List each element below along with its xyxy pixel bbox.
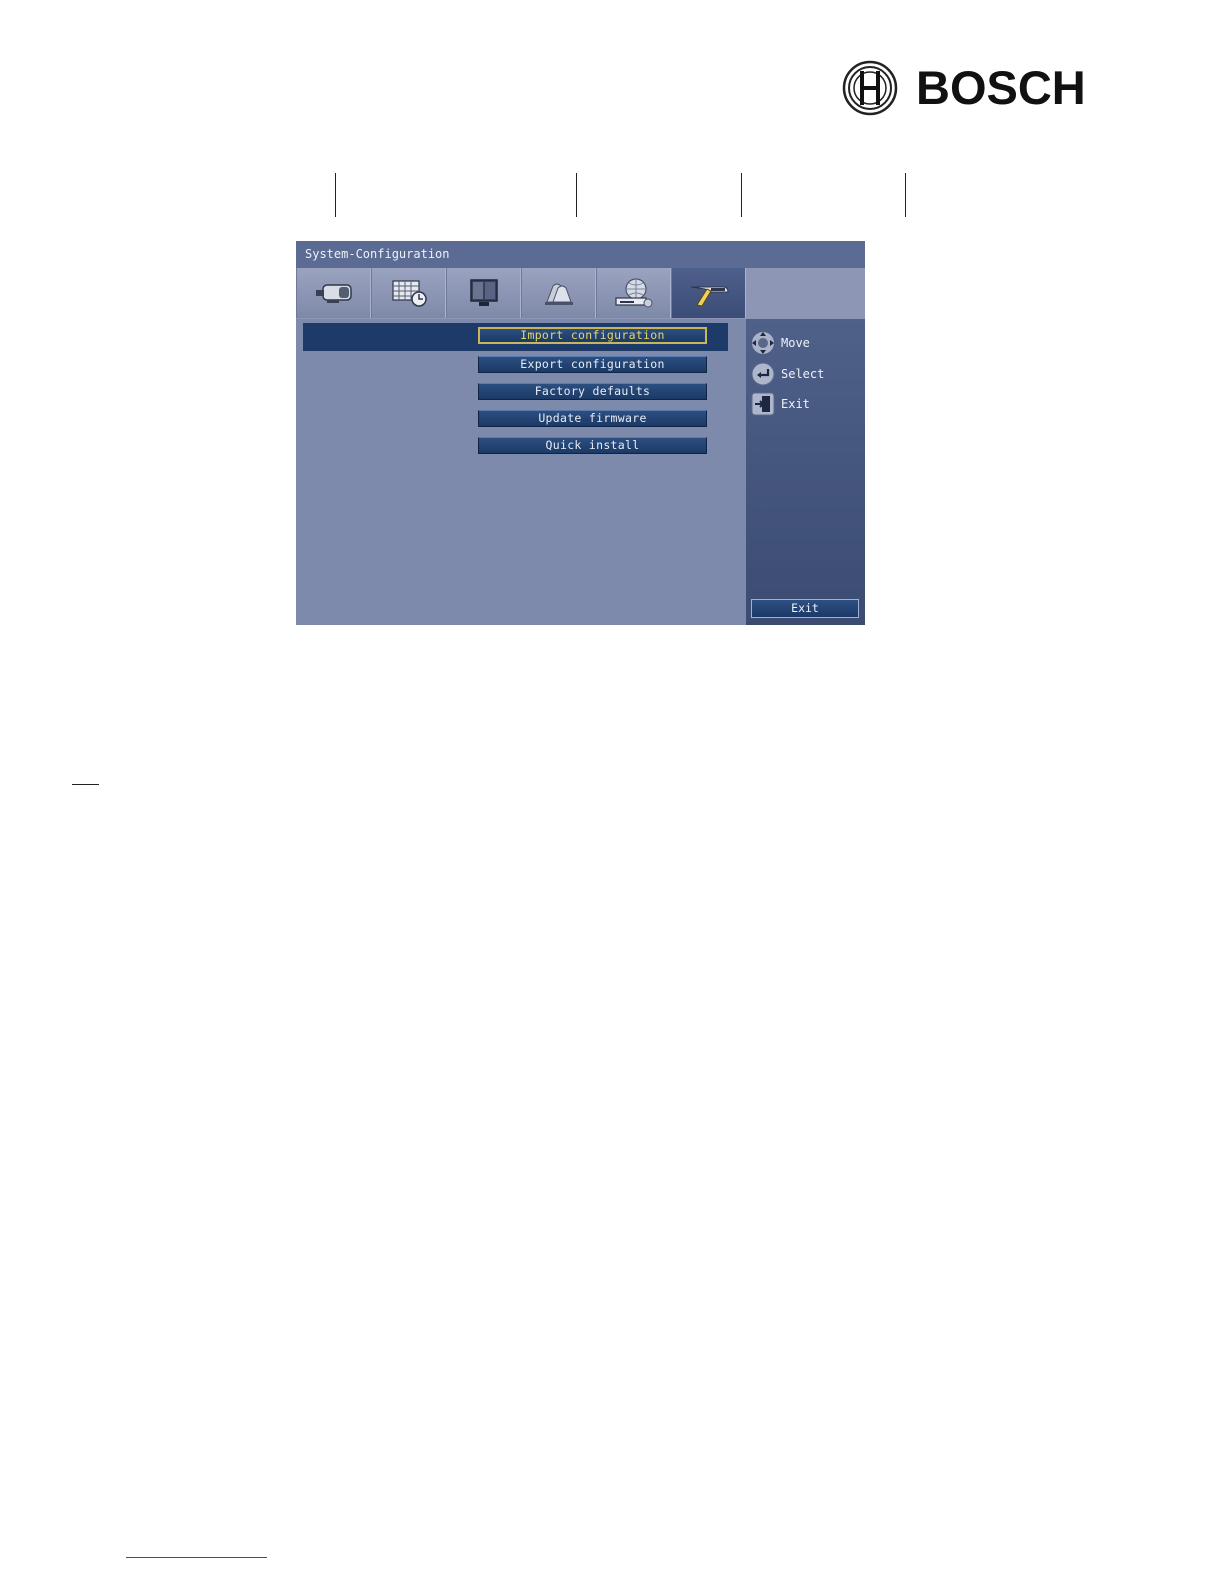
footnote-rule: [72, 784, 99, 785]
bosch-logo: BOSCH: [842, 58, 1086, 118]
quick-install-button[interactable]: Quick install: [478, 437, 707, 454]
header-divider: [576, 173, 577, 217]
tools-icon: [690, 286, 729, 307]
header-divider: [905, 173, 906, 217]
import-configuration-button[interactable]: Import configuration: [478, 327, 707, 344]
bosch-armature-icon: [842, 60, 898, 116]
exit-door-icon: [751, 392, 775, 416]
hint-exit-label: Exit: [781, 397, 810, 411]
hint-move: Move: [751, 331, 810, 355]
hint-exit: Exit: [751, 392, 810, 416]
navigate-arrows-icon: [752, 332, 774, 354]
factory-defaults-button[interactable]: Factory defaults: [478, 383, 707, 400]
link-underline[interactable]: [126, 1557, 267, 1558]
hint-select: Select: [751, 362, 824, 386]
tab-bar: [296, 268, 865, 319]
window-title: System-Configuration: [296, 241, 865, 268]
camera-icon: [315, 284, 352, 303]
tab-tools[interactable]: [671, 268, 746, 318]
enter-icon: [751, 362, 775, 386]
tab-camera[interactable]: [296, 268, 371, 318]
tab-network[interactable]: [596, 268, 671, 318]
alarm-icon: [544, 283, 573, 305]
tab-monitor[interactable]: [446, 268, 521, 318]
system-configuration-window: System-Configuration Import configuratio…: [296, 241, 865, 625]
schedule-icon: [391, 280, 427, 307]
hint-move-label: Move: [781, 336, 810, 350]
header-divider: [335, 173, 336, 217]
hint-select-label: Select: [781, 367, 825, 381]
tab-schedule[interactable]: [371, 268, 446, 318]
help-pane: Move Select Exit Exit: [746, 319, 865, 625]
header-divider: [741, 173, 742, 217]
tab-alarm[interactable]: [521, 268, 596, 318]
main-pane: Import configuration Export configuratio…: [296, 319, 746, 625]
exit-button[interactable]: Exit: [751, 599, 859, 618]
brand-wordmark: BOSCH: [916, 61, 1086, 114]
update-firmware-button[interactable]: Update firmware: [478, 410, 707, 427]
network-icon: [614, 278, 652, 308]
export-configuration-button[interactable]: Export configuration: [478, 356, 707, 373]
monitor-icon: [469, 279, 498, 306]
